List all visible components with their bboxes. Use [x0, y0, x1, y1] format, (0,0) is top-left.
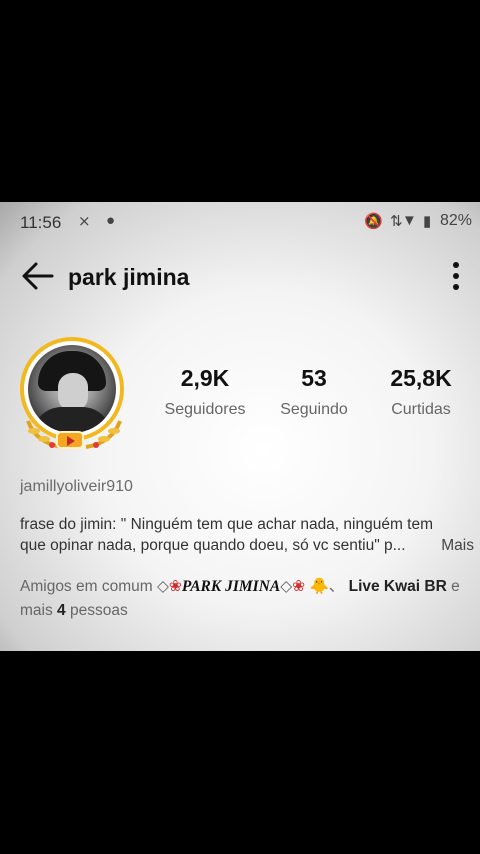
- battery-percentage: 82%: [439, 212, 472, 229]
- status-bar: 11:56 ⨯ ● 🔕 ⇅ ▼ ▮ 82%: [0, 202, 480, 240]
- rose-icon: ❀: [168, 578, 182, 595]
- profile-screen: 11:56 ⨯ ● 🔕 ⇅ ▼ ▮ 82% park jimina 2,9K S…: [0, 202, 480, 651]
- username: jamillyoliveir910: [20, 478, 133, 495]
- avatar[interactable]: [18, 335, 130, 457]
- wifi-icon: ▼: [402, 212, 417, 229]
- data-arrows-icon: ⇅: [390, 213, 403, 230]
- others-count: 4: [57, 602, 66, 619]
- profile-header: park jimina: [0, 252, 480, 302]
- followers-label: Seguidores: [164, 401, 246, 418]
- following-label: Seguindo: [280, 401, 348, 418]
- diamond-icon: ◇: [156, 578, 169, 595]
- likes-stat[interactable]: 25,8K Curtidas: [371, 365, 471, 419]
- mais-text: mais: [20, 602, 53, 619]
- separator: 、: [328, 578, 345, 595]
- likes-label: Curtidas: [391, 401, 451, 418]
- and-text: e: [451, 578, 460, 595]
- bio-more-link[interactable]: Mais: [441, 535, 474, 556]
- rose-icon: ❀: [292, 578, 306, 595]
- live-badge-icon: [56, 431, 84, 449]
- friend-name-2[interactable]: Live Kwai BR: [349, 578, 447, 595]
- diamond-icon: ◇: [280, 578, 293, 595]
- chat-bubble-icon: ●: [106, 212, 116, 229]
- capcut-icon: ⨯: [78, 213, 91, 230]
- battery-icon: ▮: [423, 213, 432, 230]
- following-stat[interactable]: 53 Seguindo: [264, 365, 364, 419]
- mutual-friends[interactable]: Amigos em comum ◇❀PARK JIMINA◇❀ 🐥、 Live …: [20, 575, 475, 623]
- following-count: 53: [301, 365, 327, 391]
- mutual-friends-prefix: Amigos em comum: [20, 578, 153, 595]
- people-text: pessoas: [69, 602, 128, 619]
- page-title: park jimina: [68, 264, 190, 290]
- followers-stat[interactable]: 2,9K Seguidores: [155, 365, 255, 419]
- bio-line-2: que opinar nada, porque quando doeu, só …: [20, 537, 406, 554]
- bio-text: frase do jimin: " Ninguém tem que achar …: [20, 514, 474, 556]
- mute-bell-icon: 🔕: [364, 213, 383, 230]
- likes-count: 25,8K: [390, 365, 452, 391]
- followers-count: 2,9K: [180, 365, 230, 391]
- chick-emoji: 🐥: [309, 578, 329, 595]
- back-arrow-icon[interactable]: [20, 258, 56, 294]
- more-options-icon[interactable]: [450, 258, 462, 294]
- bio-line-1: frase do jimin: " Ninguém tem que achar …: [20, 516, 434, 533]
- status-time: 11:56: [20, 213, 62, 232]
- friend-name-1[interactable]: PARK JIMINA: [182, 578, 280, 595]
